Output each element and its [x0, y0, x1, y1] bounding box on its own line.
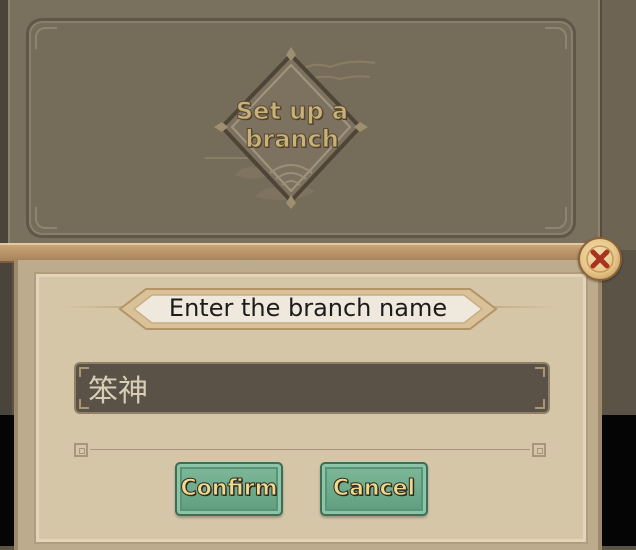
background-right-strip	[600, 0, 636, 250]
close-x-icon	[586, 245, 614, 273]
branch-name-input[interactable]	[88, 368, 528, 408]
divider	[90, 449, 530, 450]
confirm-button[interactable]: Confirm	[175, 462, 283, 516]
divider-ornament	[74, 443, 88, 457]
branch-setup-label: Set up a branch	[235, 97, 349, 154]
card-corner-ornament	[35, 27, 57, 49]
divider-ornament	[532, 443, 546, 457]
card-corner-ornament	[545, 207, 567, 229]
close-button[interactable]	[578, 237, 622, 281]
card-corner-ornament	[545, 27, 567, 49]
cancel-button[interactable]: Cancel	[320, 462, 428, 516]
branch-name-field[interactable]	[74, 362, 550, 414]
card-corner-ornament	[35, 207, 57, 229]
input-corner-ornament	[535, 399, 545, 409]
input-corner-ornament	[535, 367, 545, 377]
dialog-title: Enter the branch name	[168, 294, 448, 322]
